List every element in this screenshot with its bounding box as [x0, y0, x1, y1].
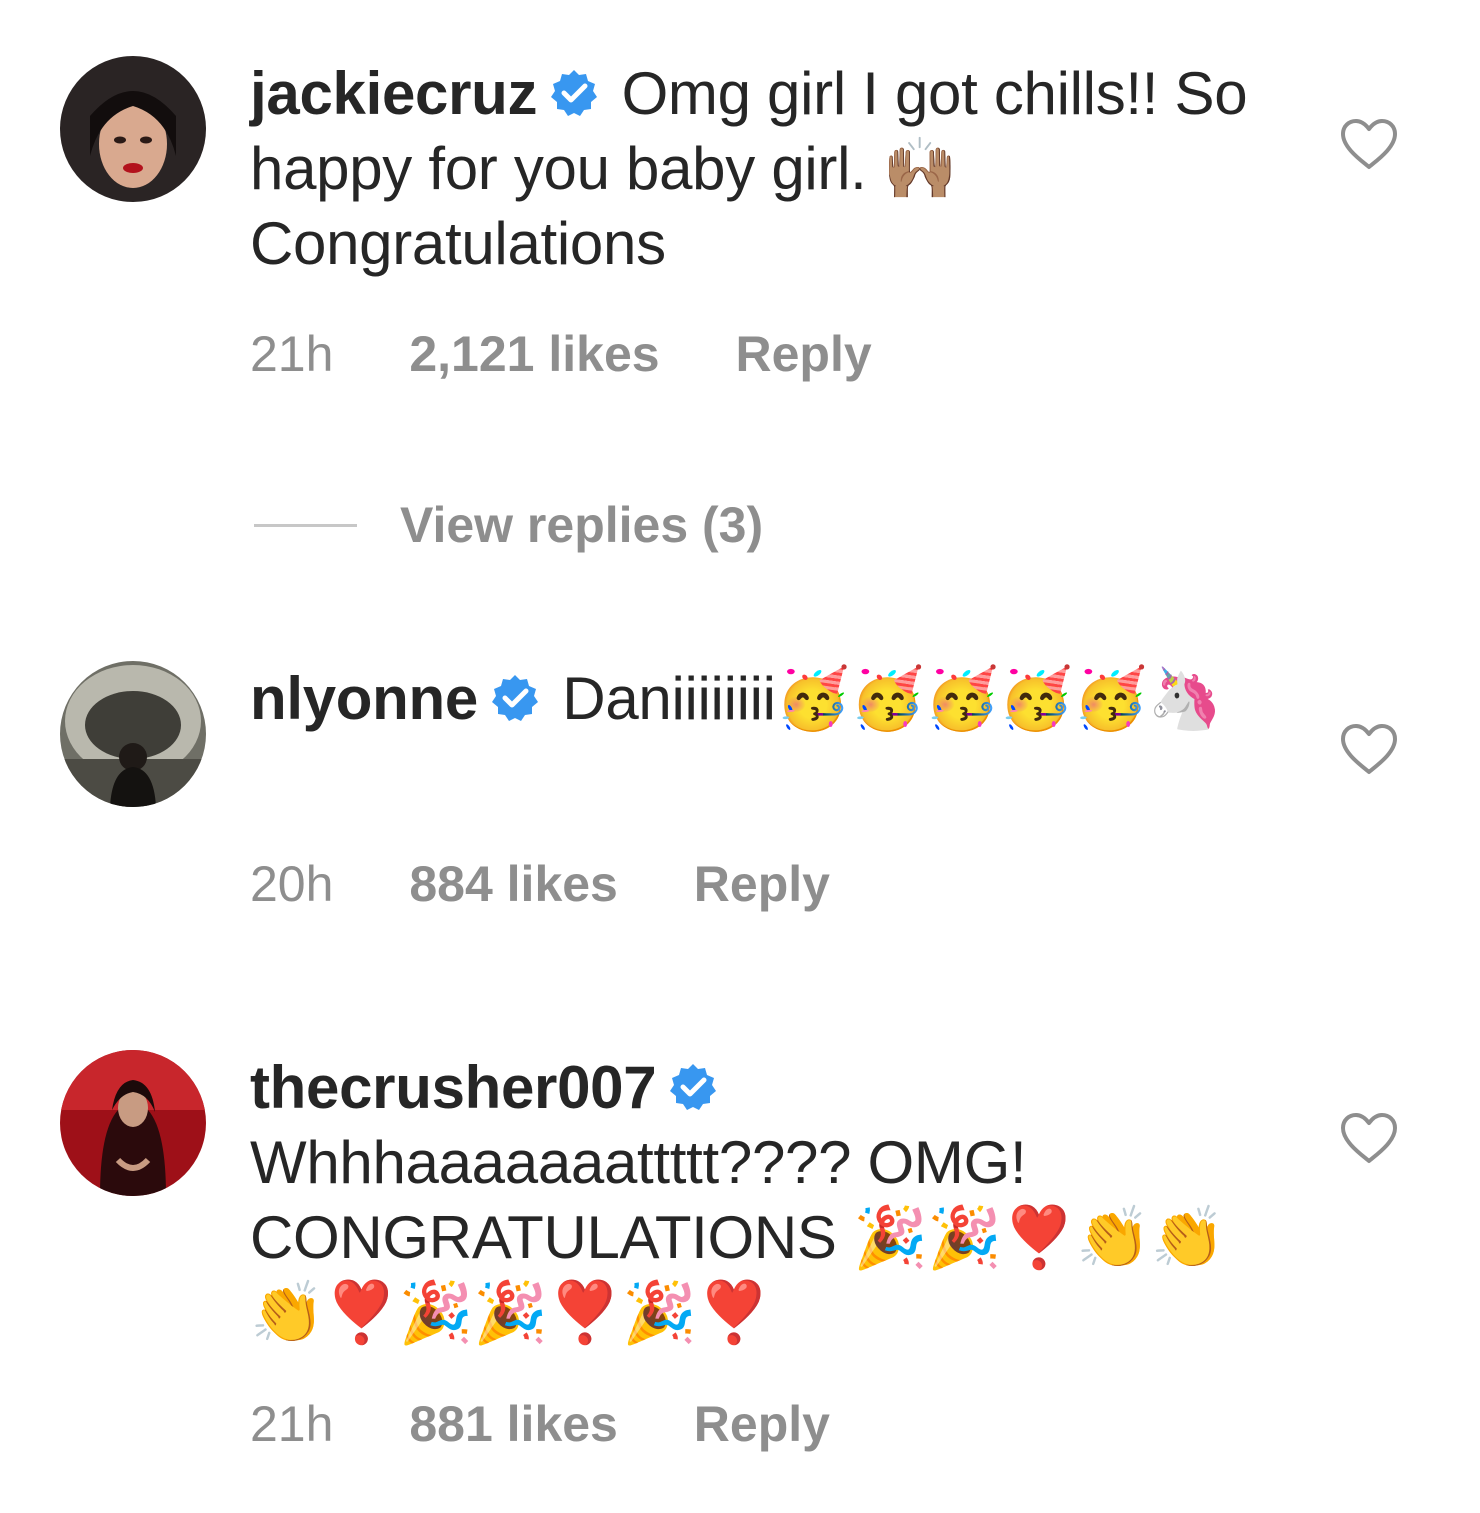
- like-heart-icon[interactable]: [1340, 118, 1398, 170]
- comment-likes[interactable]: 2,121 likes: [409, 322, 659, 387]
- view-replies-divider: [254, 524, 357, 527]
- avatar-thecrusher007[interactable]: [60, 1050, 206, 1196]
- comment-meta: 21h 881 likes Reply: [250, 1392, 830, 1457]
- avatar-jackiecruz[interactable]: [60, 56, 206, 202]
- comment-meta: 21h 2,121 likes Reply: [250, 322, 872, 387]
- verified-badge-icon: [668, 1062, 718, 1112]
- like-heart-icon[interactable]: [1340, 723, 1398, 775]
- comment-time: 21h: [250, 1396, 334, 1452]
- reply-button[interactable]: Reply: [735, 322, 871, 387]
- comment-text: Whhhaaaaaaattttt???? OMG! CONGRATULATION…: [250, 1129, 1226, 1346]
- like-heart-icon[interactable]: [1340, 1112, 1398, 1164]
- comment-time: 20h: [250, 856, 334, 912]
- avatar-nlyonne[interactable]: [60, 661, 206, 807]
- comment-text: Daniiiiiiii🥳🥳🥳🥳🥳🦄: [562, 665, 1223, 732]
- verified-badge-icon: [549, 68, 599, 118]
- comment-likes[interactable]: 884 likes: [409, 852, 618, 917]
- comment-meta: 20h 884 likes Reply: [250, 852, 830, 917]
- view-replies-label[interactable]: View replies (3): [400, 490, 763, 560]
- reply-button[interactable]: Reply: [694, 852, 830, 917]
- comment-time: 21h: [250, 326, 334, 382]
- username[interactable]: nlyonne: [250, 665, 478, 732]
- verified-badge-icon: [490, 673, 540, 723]
- reply-button[interactable]: Reply: [694, 1392, 830, 1457]
- username[interactable]: thecrusher007: [250, 1054, 657, 1121]
- comment-likes[interactable]: 881 likes: [409, 1392, 618, 1457]
- comment-body: thecrusher007 Whhhaaaaaaattttt???? OMG! C…: [250, 1050, 1260, 1350]
- username[interactable]: jackiecruz: [250, 60, 537, 127]
- comment-body: nlyonne Daniiiiiiii🥳🥳🥳🥳🥳🦄: [250, 661, 1260, 736]
- comment-body: jackiecruz Omg girl I got chills!! So ha…: [250, 56, 1260, 281]
